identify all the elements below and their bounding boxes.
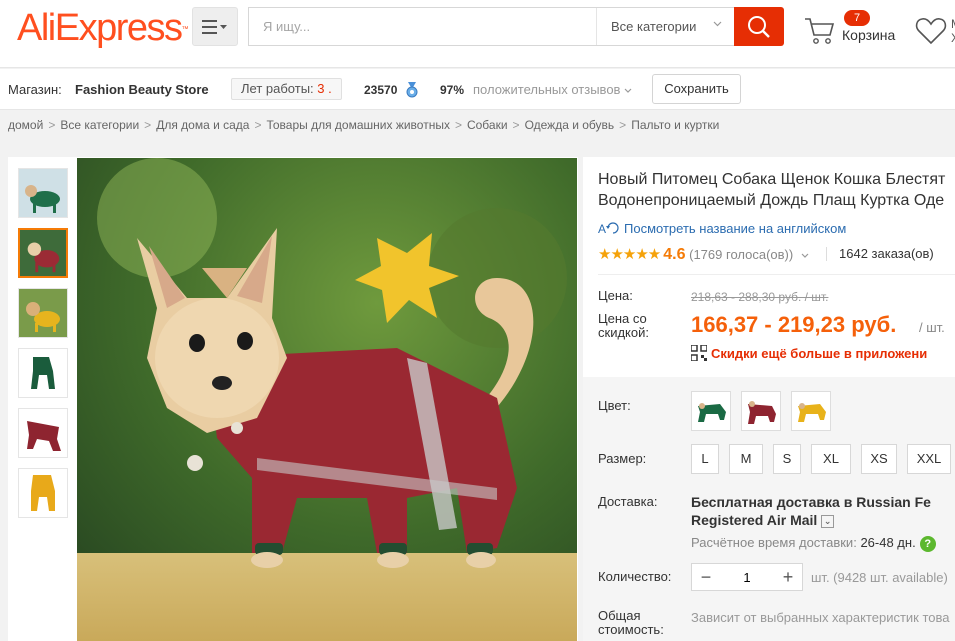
size-option-xxl[interactable]: XXL bbox=[907, 444, 951, 474]
cart-button[interactable]: 7 Корзина bbox=[804, 10, 899, 50]
color-label: Цвет: bbox=[598, 398, 631, 413]
shipping-dropdown-icon[interactable]: ⌄ bbox=[821, 515, 835, 528]
medal-icon bbox=[406, 82, 418, 98]
quantity-decrease-button[interactable]: − bbox=[692, 564, 720, 590]
chevron-down-icon bbox=[713, 21, 722, 27]
search-category-select[interactable]: Все категории bbox=[596, 8, 736, 45]
search-icon bbox=[748, 15, 770, 38]
votes-count: (1769 голоса(ов)) bbox=[689, 247, 794, 262]
thumbnail-red-coat-image bbox=[19, 409, 67, 457]
product-title: Новый Питомец Собака Щенок Кошка Блестят… bbox=[598, 171, 946, 209]
store-label: Магазин: bbox=[8, 82, 62, 97]
breadcrumb-all-categories[interactable]: Все категории bbox=[60, 118, 139, 132]
delivery-time: Расчётное время доставки: 26-48 дн.? bbox=[691, 535, 936, 552]
color-option-yellow[interactable] bbox=[791, 391, 831, 431]
wishlist-label: МХ bbox=[951, 17, 955, 45]
menu-icon bbox=[202, 19, 227, 34]
rating-value: 4.6 bbox=[663, 246, 686, 263]
cart-icon bbox=[805, 18, 835, 44]
chevron-down-icon bbox=[801, 253, 809, 258]
rating-row[interactable]: ★★★★★ 4.6 (1769 голоса(ов)) bbox=[598, 245, 809, 264]
size-option-s[interactable]: S bbox=[773, 444, 801, 474]
store-bar: Магазин: Fashion Beauty Store Лет работы… bbox=[0, 69, 955, 110]
shipping-label: Доставка: bbox=[598, 494, 658, 509]
chevron-down-icon bbox=[624, 88, 632, 93]
store-years-badge: Лет работы: 3 . bbox=[231, 78, 342, 100]
thumbnail-green-image bbox=[19, 169, 67, 217]
total-price-value: Зависит от выбранных характеристик това bbox=[691, 610, 950, 625]
qr-code-icon bbox=[691, 345, 707, 361]
quantity-input[interactable] bbox=[720, 564, 774, 590]
price-label: Цена: bbox=[598, 288, 633, 303]
app-discount-link[interactable]: Скидки ещё больше в приложени bbox=[691, 345, 927, 361]
search-category-label: Все категории bbox=[611, 19, 697, 34]
search-button[interactable] bbox=[734, 7, 784, 46]
heart-icon bbox=[915, 18, 947, 45]
thumbnail-5[interactable] bbox=[18, 408, 68, 458]
divider bbox=[598, 274, 955, 275]
size-label: Размер: bbox=[598, 451, 647, 466]
thumbnail-6[interactable] bbox=[18, 468, 68, 518]
breadcrumb-home-garden[interactable]: Для дома и сада bbox=[156, 118, 249, 132]
search-input[interactable] bbox=[249, 8, 595, 45]
dog-raincoat-photo bbox=[77, 158, 577, 641]
color-option-green[interactable] bbox=[691, 391, 731, 431]
store-name-link[interactable]: Fashion Beauty Store bbox=[75, 82, 209, 97]
green-coat-swatch bbox=[692, 392, 730, 430]
available-stock: шт. (9428 шт. available) bbox=[811, 570, 948, 585]
quantity-stepper: − + bbox=[691, 563, 803, 591]
thumbnail-yellow-coat-image bbox=[19, 469, 67, 517]
shipping-method: Бесплатная доставка в Russian Fe Registe… bbox=[691, 494, 931, 528]
size-option-xl[interactable]: XL bbox=[811, 444, 851, 474]
size-option-m[interactable]: M bbox=[729, 444, 763, 474]
search-bar: Все категории bbox=[248, 7, 735, 46]
thumbnail-3[interactable] bbox=[18, 288, 68, 338]
price-unit: / шт. bbox=[919, 320, 945, 335]
positive-feedback-dropdown[interactable]: положительных отзывов bbox=[473, 82, 632, 97]
thumbnail-1[interactable] bbox=[18, 168, 68, 218]
quantity-increase-button[interactable]: + bbox=[774, 564, 802, 590]
cart-label: Корзина bbox=[842, 27, 896, 43]
feedback-score[interactable]: 23570 bbox=[364, 83, 397, 97]
breadcrumb-coats-jackets[interactable]: Пальто и куртки bbox=[631, 118, 719, 132]
header: AliExpress™ Все категории bbox=[0, 0, 955, 68]
translate-title-link[interactable]: A Посмотреть название на английском bbox=[598, 221, 846, 236]
breadcrumb-home[interactable]: домой bbox=[8, 118, 43, 132]
page: AliExpress™ Все категории bbox=[0, 0, 955, 641]
help-icon[interactable]: ? bbox=[919, 536, 936, 552]
product-gallery bbox=[8, 157, 578, 641]
discount-price: 166,37 - 219,23 руб. bbox=[691, 312, 897, 337]
main-product-image[interactable] bbox=[77, 158, 577, 641]
thumbnail-green-coat-image bbox=[19, 349, 67, 397]
aliexpress-logo[interactable]: AliExpress™ bbox=[17, 8, 189, 48]
size-option-xs[interactable]: XS bbox=[861, 444, 897, 474]
original-price: 218,63 - 288,30 руб. / шт. bbox=[691, 290, 829, 304]
size-option-l[interactable]: L bbox=[691, 444, 719, 474]
cart-count-badge: 7 bbox=[844, 10, 870, 26]
save-store-button[interactable]: Сохранить bbox=[652, 74, 741, 104]
orders-count: 1642 заказа(ов) bbox=[839, 246, 934, 261]
positive-feedback-percent: 97% bbox=[440, 83, 465, 97]
total-price-label: Общая стоимость: bbox=[598, 608, 664, 637]
discount-price-label: Цена со скидкой: bbox=[598, 311, 649, 340]
thumbnail-2[interactable] bbox=[18, 228, 68, 278]
breadcrumb: домой > Все категории > Для дома и сада > Това… bbox=[8, 118, 720, 132]
quantity-label: Количество: bbox=[598, 569, 672, 584]
star-rating-icon: ★★★★★ bbox=[598, 246, 661, 263]
category-menu-button[interactable] bbox=[192, 7, 238, 46]
divider bbox=[826, 247, 827, 261]
product-options: Цвет: Размер: L M S XL XS XXL Доставка: … bbox=[583, 377, 955, 641]
red-coat-swatch bbox=[742, 392, 780, 430]
wishlist-button[interactable]: МХ bbox=[915, 14, 955, 50]
thumbnail-red-image bbox=[20, 230, 66, 276]
translate-icon: A bbox=[598, 222, 624, 236]
breadcrumb-clothing-shoes[interactable]: Одежда и обувь bbox=[525, 118, 615, 132]
thumbnail-4[interactable] bbox=[18, 348, 68, 398]
yellow-coat-swatch bbox=[792, 392, 830, 430]
thumbnail-yellow-image bbox=[19, 289, 67, 337]
color-option-red[interactable] bbox=[741, 391, 781, 431]
breadcrumb-dogs[interactable]: Собаки bbox=[467, 118, 508, 132]
breadcrumb-pet-products[interactable]: Товары для домашних животных bbox=[266, 118, 449, 132]
